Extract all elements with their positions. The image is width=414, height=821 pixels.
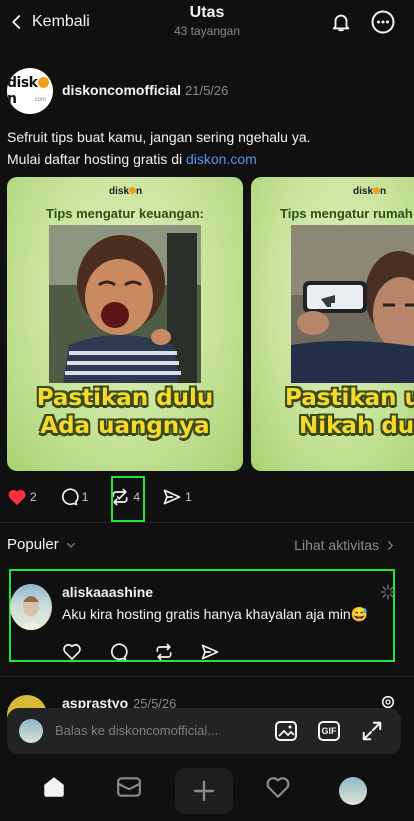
- heart-icon: [8, 489, 26, 506]
- heart-icon[interactable]: [62, 642, 82, 661]
- nav-home[interactable]: [39, 772, 69, 802]
- post-author[interactable]: diskoncomofficial: [62, 82, 181, 98]
- like-button[interactable]: 2: [7, 488, 37, 506]
- view-activity-link[interactable]: Lihat aktivitas: [294, 537, 396, 553]
- comment-icon: [61, 488, 79, 506]
- like-count: 2: [30, 490, 37, 504]
- bottom-nav: [0, 760, 414, 821]
- populer-label: Populer: [7, 536, 59, 553]
- gif-button[interactable]: GIF: [316, 719, 342, 743]
- avatar[interactable]: [10, 584, 52, 630]
- crying-girl-photo: [49, 225, 201, 383]
- home-icon: [44, 777, 64, 797]
- author-avatar[interactable]: diskn .com: [7, 68, 53, 114]
- card-logo: disk n: [109, 186, 143, 197]
- top-bar: Kembali Utas 43 tayangan: [0, 0, 414, 48]
- logo-suffix: .com: [33, 97, 47, 103]
- nav-activity[interactable]: [263, 772, 293, 802]
- comment-author[interactable]: aliskaaashine: [62, 584, 153, 600]
- card-caption-line1: Pastikan u: [285, 385, 414, 411]
- card-caption-line1: Pastikan dulu: [36, 385, 214, 411]
- chevron-down-icon: [66, 542, 75, 548]
- post-text-line2: Mulai daftar hosting gratis di diskon.co…: [7, 148, 407, 170]
- post-text-line1: Sefruit tips buat kamu, jangan sering ng…: [7, 129, 311, 145]
- phone-photo: [291, 225, 414, 383]
- attach-image-button[interactable]: [273, 719, 299, 743]
- share-icon[interactable]: [200, 642, 220, 662]
- share-icon: [163, 489, 181, 505]
- reply-input[interactable]: Balas ke diskoncomofficial...: [55, 723, 218, 738]
- nav-inbox[interactable]: [114, 772, 144, 802]
- reply-button[interactable]: 1: [59, 487, 89, 507]
- share-button[interactable]: 1: [162, 487, 192, 507]
- activity-label: Lihat aktivitas: [294, 537, 379, 553]
- card-caption-line2: Ada uangnya: [40, 413, 210, 439]
- avatar: [19, 719, 43, 743]
- comment-actions: [62, 642, 220, 662]
- post-body: Sefruit tips buat kamu, jangan sering ng…: [7, 126, 407, 170]
- inbox-icon: [117, 777, 141, 797]
- post-text-prefix: Mulai daftar hosting gratis di: [7, 151, 186, 167]
- bell-icon: [332, 14, 350, 32]
- diskon-logo: diskn: [7, 75, 53, 107]
- expand-icon: [362, 721, 382, 741]
- reply-count: 1: [81, 490, 89, 504]
- post-link[interactable]: diskon.com: [186, 151, 257, 167]
- gif-icon: GIF: [318, 721, 340, 741]
- repost-highlight: [111, 476, 145, 522]
- post-date: 21/5/26: [185, 83, 229, 98]
- divider: [0, 522, 414, 523]
- more-button[interactable]: [371, 10, 395, 34]
- chevron-right-icon: [388, 540, 394, 550]
- activity-icon: [266, 777, 290, 798]
- comment-text: Aku kira hosting gratis hanya khayalan a…: [62, 606, 369, 622]
- expand-button[interactable]: [359, 719, 385, 743]
- card-heading: Tips mengatur keuangan:: [46, 206, 204, 221]
- card-caption-line2: Nikah du: [299, 413, 414, 439]
- more-icon: [371, 10, 395, 34]
- post-image-2[interactable]: disk n Tips mengatur rumah Pastikan u Nik…: [251, 177, 414, 471]
- card-heading: Tips mengatur rumah: [280, 206, 413, 221]
- divider: [0, 676, 414, 677]
- repost-icon[interactable]: [154, 642, 174, 662]
- notification-button[interactable]: [329, 10, 353, 34]
- image-icon: [275, 721, 297, 741]
- card-logo: disk n: [353, 186, 387, 197]
- comment-icon[interactable]: [108, 642, 128, 662]
- plus-icon: [193, 780, 215, 802]
- sort-dropdown[interactable]: Populer: [7, 536, 77, 553]
- nav-profile-avatar[interactable]: [339, 777, 367, 805]
- post-image-1[interactable]: disk n Tips mengatur keuangan: Pastikan d…: [7, 177, 243, 471]
- share-count: 1: [185, 490, 192, 504]
- reply-composer[interactable]: Balas ke diskoncomofficial... GIF: [7, 708, 401, 754]
- nav-create[interactable]: [175, 768, 233, 814]
- loading-spinner-icon: [380, 584, 396, 600]
